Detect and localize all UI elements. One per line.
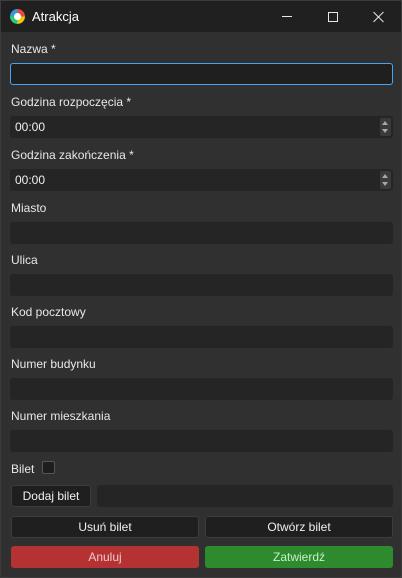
minimize-button[interactable] — [264, 1, 310, 32]
numer-budynku-input[interactable] — [10, 378, 393, 400]
maximize-button[interactable] — [310, 1, 356, 32]
minimize-icon — [282, 16, 292, 17]
remove-ticket-button[interactable]: Usuń bilet — [11, 516, 199, 538]
numer-budynku-label: Numer budynku — [11, 357, 96, 371]
add-ticket-button[interactable]: Dodaj bilet — [11, 485, 91, 507]
start-time-value: 00:00 — [15, 120, 46, 134]
dialog-window: Atrakcja Nazwa * Godzina rozpoczęcia * 0… — [0, 0, 402, 578]
close-button[interactable] — [356, 1, 402, 32]
maximize-icon — [328, 11, 338, 22]
start-time-input[interactable]: 00:00 — [10, 116, 393, 138]
numer-mieszkania-label: Numer mieszkania — [11, 409, 111, 423]
open-ticket-button[interactable]: Otwórz bilet — [205, 516, 393, 538]
window-title: Atrakcja — [32, 9, 79, 24]
spin-up-icon[interactable] — [382, 121, 388, 125]
bilet-checkbox[interactable] — [42, 461, 55, 474]
close-icon — [373, 11, 385, 23]
cancel-button[interactable]: Anuluj — [11, 546, 199, 568]
ticket-path-input[interactable] — [97, 485, 393, 507]
ulica-input[interactable] — [10, 274, 393, 296]
miasto-input[interactable] — [10, 222, 393, 244]
spin-down-icon[interactable] — [382, 129, 388, 133]
end-time-value: 00:00 — [15, 173, 46, 187]
end-time-input[interactable]: 00:00 — [10, 169, 393, 191]
start-time-spinner[interactable] — [380, 118, 391, 136]
kod-pocztowy-input[interactable] — [10, 326, 393, 348]
miasto-label: Miasto — [11, 201, 47, 215]
spin-down-icon[interactable] — [382, 182, 388, 186]
nazwa-label: Nazwa * — [11, 42, 56, 56]
bilet-label: Bilet — [11, 462, 35, 476]
spin-up-icon[interactable] — [382, 174, 388, 178]
nazwa-input[interactable] — [10, 63, 393, 85]
title-bar: Atrakcja — [1, 1, 401, 32]
start-time-label: Godzina rozpoczęcia * — [11, 95, 132, 109]
end-time-label: Godzina zakończenia * — [11, 148, 134, 162]
numer-mieszkania-input[interactable] — [10, 430, 393, 452]
app-icon — [10, 9, 25, 24]
end-time-spinner[interactable] — [380, 171, 391, 189]
kod-pocztowy-label: Kod pocztowy — [11, 305, 86, 319]
ulica-label: Ulica — [11, 253, 38, 267]
confirm-button[interactable]: Zatwierdź — [205, 546, 393, 568]
